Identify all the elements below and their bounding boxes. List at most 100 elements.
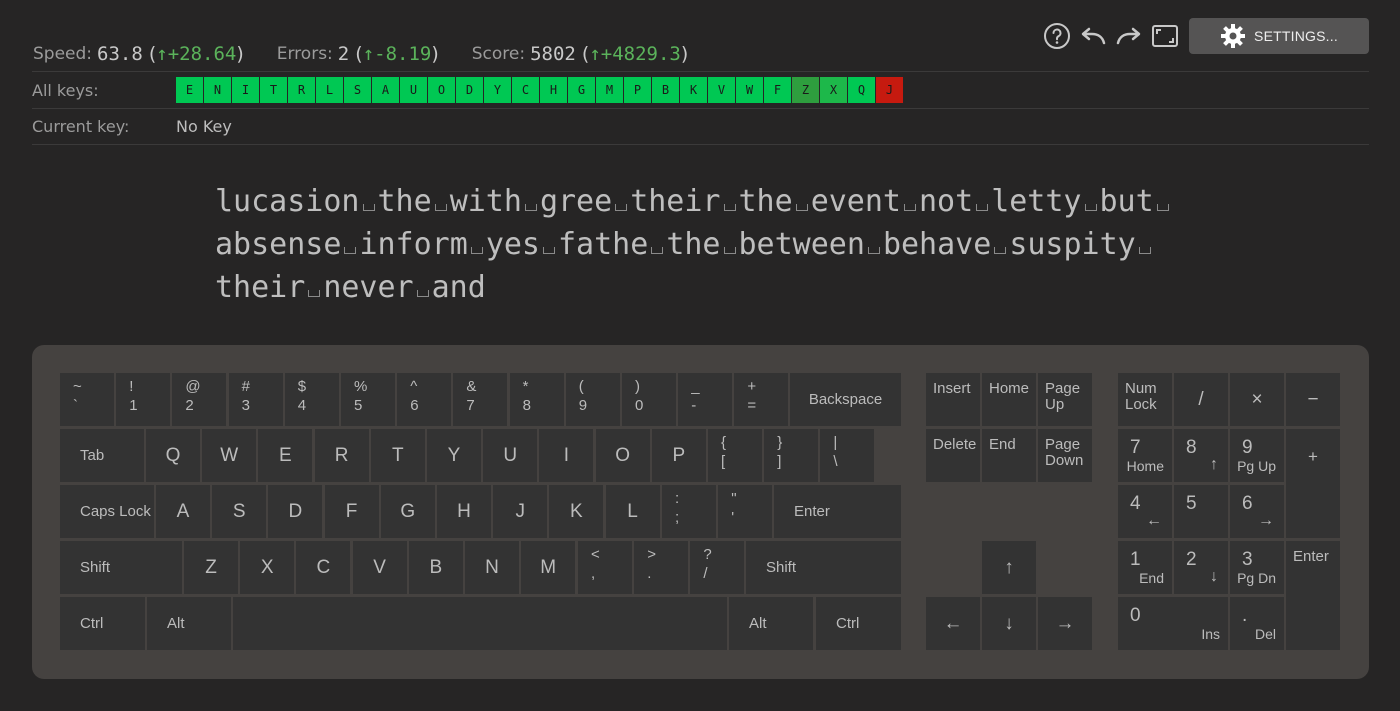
key-4[interactable]: $4 bbox=[284, 373, 339, 426]
key-sym[interactable]: :; bbox=[662, 485, 716, 538]
key-q[interactable]: Q bbox=[146, 429, 200, 482]
key-x[interactable]: X bbox=[240, 541, 295, 594]
key-page-down[interactable]: Page Down bbox=[1038, 429, 1092, 482]
key-arrow-left[interactable]: ← bbox=[926, 597, 980, 650]
key-8[interactable]: * 8 bbox=[509, 373, 564, 426]
key-sym[interactable]: " ' bbox=[718, 485, 773, 538]
key-h[interactable]: H bbox=[437, 485, 491, 538]
key-l[interactable]: L bbox=[605, 485, 660, 538]
key-g[interactable]: G bbox=[380, 485, 435, 538]
settings-button[interactable]: SETTINGS... bbox=[1189, 18, 1369, 54]
key-s[interactable]: S bbox=[212, 485, 267, 538]
key-t[interactable]: T bbox=[370, 429, 425, 482]
key-shift-left[interactable]: Shift bbox=[60, 541, 182, 594]
key-m[interactable]: M bbox=[521, 541, 576, 594]
errors-delta: ↑-8.19 bbox=[362, 43, 432, 65]
stats-bar: Speed: 63.8 (↑+28.64) Errors: 2 (↑-8.19)… bbox=[33, 40, 688, 68]
key-sym[interactable]: | \ bbox=[820, 429, 875, 482]
key-caps-lock[interactable]: Caps Lock bbox=[60, 485, 154, 538]
key-o[interactable]: O bbox=[595, 429, 650, 482]
key-sym[interactable]: <, bbox=[578, 541, 632, 594]
key-ctrl-right[interactable]: Ctrl bbox=[816, 597, 901, 650]
key-c[interactable]: C bbox=[296, 541, 351, 594]
key-num-multiply[interactable]: × bbox=[1230, 373, 1284, 426]
key-alt-left[interactable]: Alt bbox=[147, 597, 231, 650]
key-1[interactable]: ! 1 bbox=[116, 373, 171, 426]
key-z[interactable]: Z bbox=[184, 541, 238, 594]
speed-delta: ↑+28.64 bbox=[156, 43, 237, 65]
key-d[interactable]: D bbox=[268, 485, 323, 538]
key-r[interactable]: R bbox=[314, 429, 369, 482]
key-n[interactable]: N bbox=[465, 541, 519, 594]
key-num-3[interactable]: 3 Pg Dn bbox=[1230, 541, 1284, 594]
key-num-7[interactable]: 7 Home bbox=[1118, 429, 1172, 482]
key-sym[interactable]: }] bbox=[764, 429, 819, 482]
key-num-4[interactable]: 4 ← bbox=[1118, 485, 1172, 538]
key-num-plus[interactable]: + bbox=[1286, 429, 1340, 538]
key-num-slash[interactable]: / bbox=[1174, 373, 1228, 426]
key-3[interactable]: #3 bbox=[228, 373, 283, 426]
key-insert[interactable]: Insert bbox=[926, 373, 980, 426]
fullscreen-icon[interactable] bbox=[1150, 21, 1180, 51]
space-marker bbox=[612, 191, 630, 211]
key-delete[interactable]: Delete bbox=[926, 429, 980, 482]
key-enter[interactable]: Enter bbox=[774, 485, 901, 538]
settings-label: SETTINGS... bbox=[1254, 28, 1338, 44]
key-=[interactable]: + = bbox=[734, 373, 789, 426]
key-w[interactable]: W bbox=[202, 429, 257, 482]
help-icon[interactable] bbox=[1042, 21, 1072, 51]
key-e[interactable]: E bbox=[258, 429, 313, 482]
key-a[interactable]: A bbox=[156, 485, 210, 538]
undo-icon[interactable] bbox=[1078, 21, 1108, 51]
redo-icon[interactable] bbox=[1114, 21, 1144, 51]
key-num-8[interactable]: 8 ↑ bbox=[1174, 429, 1228, 482]
key-sym[interactable]: {[ bbox=[708, 429, 762, 482]
key-tab[interactable]: Tab bbox=[60, 429, 144, 482]
key-9[interactable]: (9 bbox=[565, 373, 620, 426]
key-num-dot[interactable]: . Del bbox=[1230, 597, 1284, 650]
text-word: letty bbox=[991, 184, 1082, 219]
key-i[interactable]: I bbox=[539, 429, 594, 482]
space-marker bbox=[1136, 234, 1154, 254]
key-num-1[interactable]: 1 End bbox=[1118, 541, 1172, 594]
key-num-5[interactable]: 5 bbox=[1174, 485, 1228, 538]
key-p[interactable]: P bbox=[651, 429, 706, 482]
key-k[interactable]: K bbox=[549, 485, 604, 538]
space-marker bbox=[432, 191, 450, 211]
key-f[interactable]: F bbox=[324, 485, 379, 538]
key-ctrl-left[interactable]: Ctrl bbox=[60, 597, 145, 650]
key-end[interactable]: End bbox=[982, 429, 1036, 482]
key-2[interactable]: @2 bbox=[172, 373, 227, 426]
key-5[interactable]: % 5 bbox=[341, 373, 395, 426]
key-backspace[interactable]: Backspace bbox=[790, 373, 901, 426]
key-num-2[interactable]: 2 ↓ bbox=[1174, 541, 1228, 594]
key-b[interactable]: B bbox=[408, 541, 463, 594]
key-y[interactable]: Y bbox=[427, 429, 481, 482]
key-j[interactable]: J bbox=[493, 485, 548, 538]
key-arrow-right[interactable]: → bbox=[1038, 597, 1092, 650]
practice-text: lucasion the with gree their the event not letty… bbox=[215, 180, 1169, 309]
key-0[interactable]: ) 0 bbox=[622, 373, 676, 426]
key-num-lock[interactable]: Num Lock bbox=[1118, 373, 1172, 426]
key-num-6[interactable]: 6 → bbox=[1230, 485, 1284, 538]
key-page-up[interactable]: Page Up bbox=[1038, 373, 1092, 426]
key-num-minus[interactable]: − bbox=[1286, 373, 1340, 426]
key-sym[interactable]: ? / bbox=[690, 541, 745, 594]
key-shift-right[interactable]: Shift bbox=[746, 541, 901, 594]
key-num-0[interactable]: 0 Ins bbox=[1118, 597, 1228, 650]
text-word: with bbox=[449, 184, 522, 219]
key--[interactable]: _ - bbox=[678, 373, 733, 426]
key-6[interactable]: ^ 6 bbox=[397, 373, 452, 426]
key-7[interactable]: & 7 bbox=[453, 373, 508, 426]
key-num-enter[interactable]: Enter bbox=[1286, 541, 1340, 650]
key-space[interactable] bbox=[233, 597, 727, 650]
key-u[interactable]: U bbox=[483, 429, 538, 482]
key-arrow-down[interactable]: ↓ bbox=[982, 597, 1036, 650]
key-`[interactable]: ~ ` bbox=[60, 373, 114, 426]
key-arrow-up[interactable]: ↑ bbox=[982, 541, 1036, 594]
key-alt-right[interactable]: Alt bbox=[729, 597, 813, 650]
key-num-9[interactable]: 9 Pg Up bbox=[1230, 429, 1284, 482]
key-v[interactable]: V bbox=[352, 541, 407, 594]
key-sym[interactable]: >. bbox=[634, 541, 689, 594]
key-home[interactable]: Home bbox=[982, 373, 1036, 426]
